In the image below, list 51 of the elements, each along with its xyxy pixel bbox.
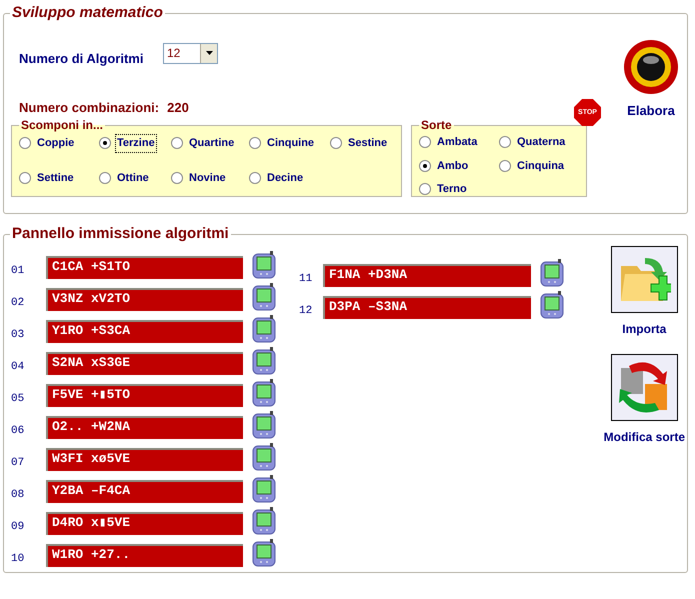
algorithm-field[interactable]: F5VE +▮5TO bbox=[46, 384, 243, 406]
algorithm-field[interactable]: D3PA –S3NA bbox=[323, 296, 531, 318]
button-label: Modifica sorte bbox=[604, 428, 685, 446]
algorithm-count-dropdown[interactable]: 12 bbox=[163, 42, 218, 64]
row-number: 06 bbox=[11, 424, 26, 439]
algorithm-field[interactable]: D4RO x▮5VE bbox=[46, 512, 243, 534]
field-label: Numero di Algoritmi bbox=[19, 50, 144, 68]
radio-label[interactable]: Ambo bbox=[436, 158, 470, 174]
run-label: Elabora bbox=[627, 102, 675, 120]
row-number: 01 bbox=[11, 264, 26, 279]
row-number: 09 bbox=[11, 520, 26, 535]
row-number: 04 bbox=[11, 360, 26, 375]
algorithm-field[interactable]: F1NA +D3NA bbox=[323, 264, 531, 286]
group-title: Sorte bbox=[420, 117, 453, 134]
row-number: 12 bbox=[299, 304, 314, 319]
algorithm-field[interactable]: O2.. +W2NA bbox=[46, 416, 243, 438]
radio-label[interactable]: Cinquine bbox=[266, 135, 316, 152]
button-label: Importa bbox=[622, 320, 666, 338]
section-title: Pannello immissione algoritmi bbox=[11, 224, 230, 244]
radio-label[interactable]: Cinquina bbox=[516, 158, 566, 174]
row-number: 07 bbox=[11, 456, 26, 471]
radio-label[interactable]: Terzine bbox=[116, 135, 156, 152]
run-button[interactable]: Elabora bbox=[623, 38, 679, 120]
row-number: 11 bbox=[299, 272, 314, 287]
algorithm-field[interactable]: Y1RO +S3CA bbox=[46, 320, 243, 342]
row-number: 05 bbox=[11, 392, 26, 407]
radio-label[interactable]: Novine bbox=[188, 170, 227, 186]
radio-label[interactable]: Terno bbox=[436, 181, 468, 198]
radio-label[interactable]: Sestine bbox=[347, 135, 388, 152]
group-title: Scomponi in... bbox=[20, 117, 104, 134]
algorithm-field[interactable]: Y2BA –F4CA bbox=[46, 480, 243, 502]
algorithm-field[interactable]: C1CA +S1TO bbox=[46, 256, 243, 278]
radio-label[interactable]: Coppie bbox=[36, 135, 76, 152]
radio-label[interactable]: Ambata bbox=[436, 134, 478, 150]
row-number: 03 bbox=[11, 328, 26, 343]
combinations-label: Numero combinazioni: bbox=[19, 99, 160, 117]
row-number: 10 bbox=[11, 552, 26, 567]
algorithm-field[interactable]: S2NA xS3GE bbox=[46, 352, 243, 374]
radio-label[interactable]: Settine bbox=[36, 170, 75, 186]
radio-label[interactable]: Quartine bbox=[188, 135, 236, 152]
combinations-value: 220 bbox=[167, 99, 189, 117]
radio-label[interactable]: Decine bbox=[266, 170, 304, 186]
dropdown-value: 12 bbox=[166, 44, 182, 62]
row-number: 08 bbox=[11, 488, 26, 503]
algorithm-field[interactable]: W3FI xø5VE bbox=[46, 448, 243, 470]
algorithm-field[interactable]: V3NZ xV2TO bbox=[46, 288, 243, 310]
row-number: 02 bbox=[11, 296, 26, 311]
section-title: Sviluppo matematico bbox=[11, 3, 164, 23]
radio-label[interactable]: Quaterna bbox=[516, 134, 566, 150]
algorithm-field[interactable]: W1RO +27.. bbox=[46, 544, 243, 566]
radio-label[interactable]: Ottine bbox=[116, 170, 150, 186]
